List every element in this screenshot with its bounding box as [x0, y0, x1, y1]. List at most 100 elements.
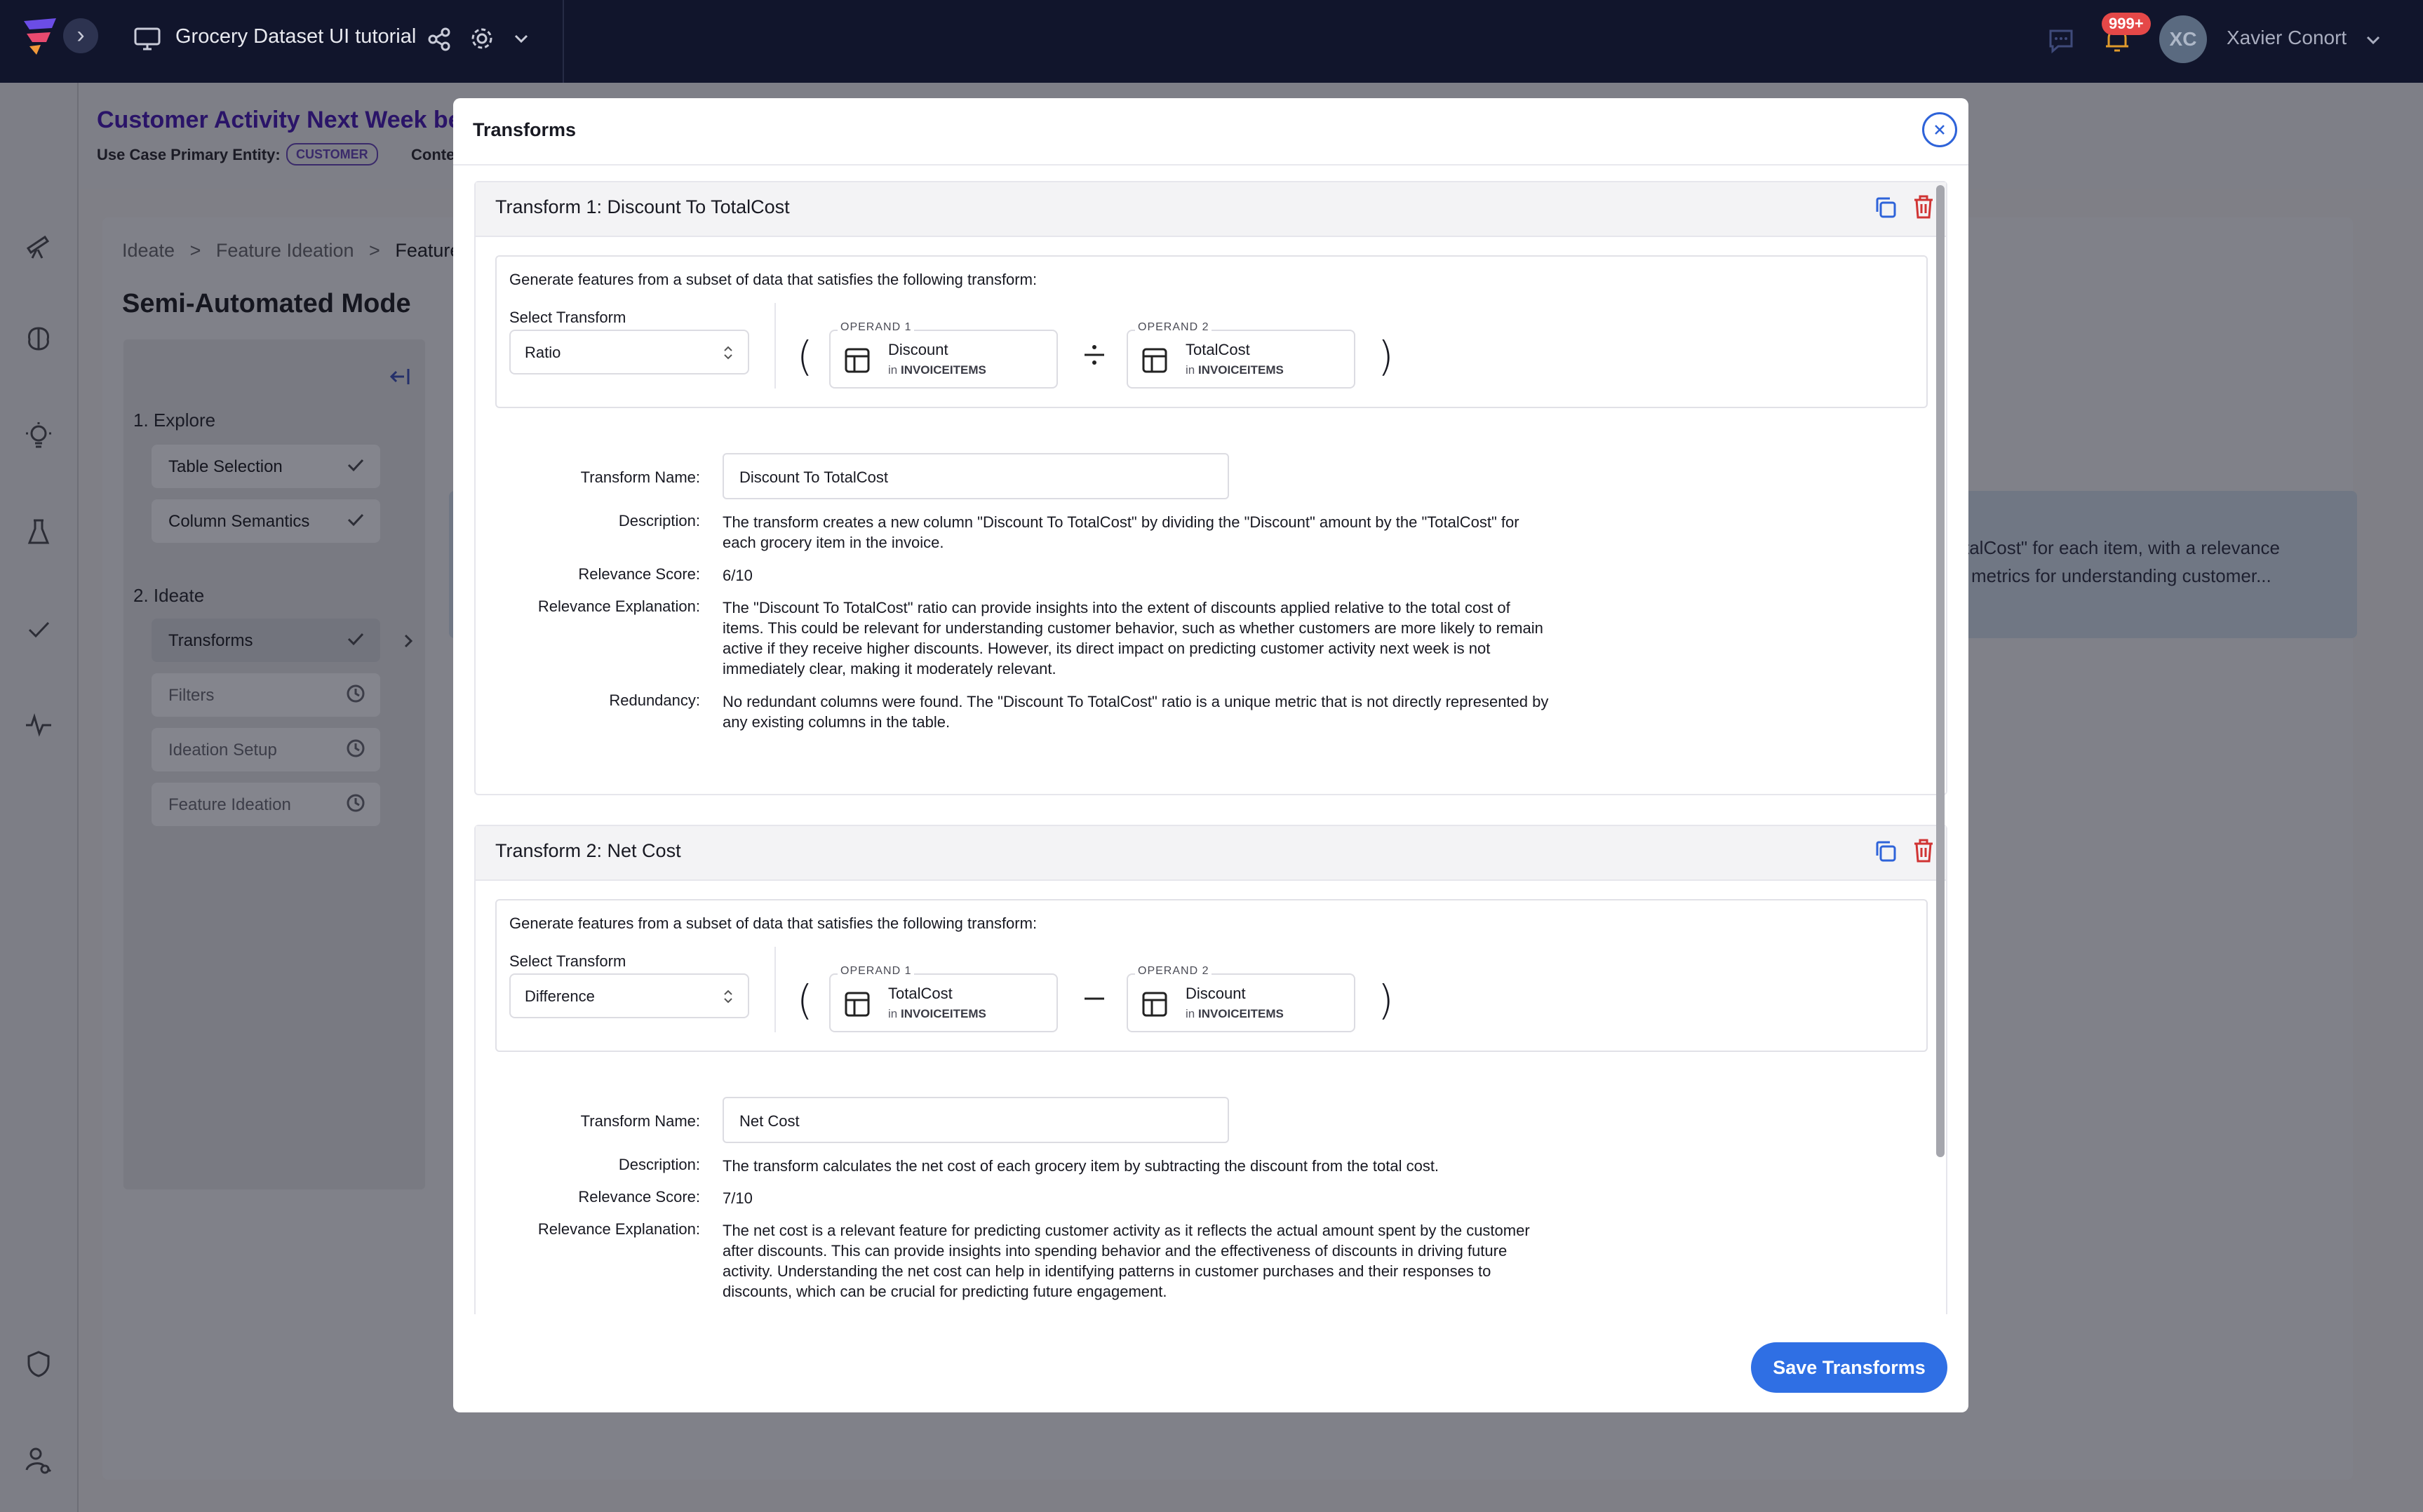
table-icon	[1142, 992, 1167, 1017]
flask-icon[interactable]	[24, 518, 53, 547]
avatar[interactable]: XC	[2159, 15, 2207, 63]
breadcrumb-item-feature-ideation[interactable]: Feature Ideation	[216, 240, 354, 261]
collapse-panel-icon[interactable]	[387, 365, 411, 389]
transforms-list[interactable]: Transform 1: Discount To TotalCost Gener…	[474, 181, 1947, 1314]
user-menu-chevron-icon[interactable]	[2363, 29, 2384, 50]
step-table-selection[interactable]: Table Selection	[152, 445, 380, 488]
lightbulb-icon[interactable]	[24, 421, 53, 450]
step-column-semantics[interactable]: Column Semantics	[152, 499, 380, 543]
gear-icon[interactable]	[469, 25, 495, 52]
expand-sidebar-button[interactable]: ›	[63, 18, 98, 53]
transform-card: Transform 1: Discount To TotalCost Gener…	[474, 181, 1947, 795]
transform-select[interactable]: Ratio	[509, 330, 749, 374]
brain-icon[interactable]	[24, 324, 53, 353]
save-transforms-button[interactable]: Save Transforms	[1751, 1342, 1947, 1393]
divider	[774, 947, 776, 1032]
breadcrumb-separator: >	[369, 240, 380, 261]
operand-table: in INVOICEITEMS	[1186, 1007, 1284, 1020]
step-filters[interactable]: Filters	[152, 673, 380, 717]
operand-table: in INVOICEITEMS	[1186, 363, 1284, 377]
explanation-line: The "Discount To TotalCost" ratio can pr…	[723, 599, 1510, 616]
relevance-explanation-text: The "Discount To TotalCost" ratio can pr…	[723, 598, 1606, 679]
redundancy-line: any existing columns in the table.	[723, 713, 951, 731]
primary-entity-label: Use Case Primary Entity:	[97, 146, 281, 163]
transform-name-input[interactable]: Discount To TotalCost	[723, 453, 1229, 499]
user-search-icon[interactable]	[24, 1445, 53, 1474]
relevance-explanation-label: Relevance Explanation:	[537, 598, 700, 615]
transform-select[interactable]: Difference	[509, 973, 749, 1018]
step-label: Feature Ideation	[168, 795, 291, 814]
copy-icon[interactable]	[1873, 195, 1898, 220]
share-icon[interactable]	[427, 27, 452, 52]
open-paren: (	[797, 332, 813, 380]
user-name[interactable]: Xavier Conort	[2227, 27, 2347, 49]
breadcrumb-separator: >	[189, 240, 201, 261]
activity-icon[interactable]	[24, 710, 53, 739]
background-summary-text: talCost" for each item, with a relevance	[1964, 537, 2280, 558]
step-label: Column Semantics	[168, 512, 310, 531]
explanation-line: items. This could be relevant for unders…	[723, 619, 1543, 637]
operand-1[interactable]: OPERAND 1 Discount in INVOICEITEMS	[829, 321, 1058, 389]
modal-title: Transforms	[473, 119, 577, 140]
minus-icon	[1085, 997, 1104, 1000]
explanation-line: activity. Understanding the net cost can…	[723, 1262, 1491, 1280]
transform-name-value: Discount To TotalCost	[739, 468, 888, 486]
transform-title: Transform 2: Net Cost	[495, 840, 681, 861]
shield-icon[interactable]	[24, 1349, 53, 1379]
project-title[interactable]: Grocery Dataset UI tutorial	[175, 25, 416, 48]
transform-select-value: Difference	[525, 987, 595, 1005]
open-paren: (	[797, 976, 813, 1024]
operand-2[interactable]: OPERAND 2 TotalCost in INVOICEITEMS	[1127, 321, 1355, 389]
relevance-explanation-text: The net cost is a relevant feature for p…	[723, 1220, 1606, 1302]
close-paren: )	[1378, 976, 1394, 1024]
table-icon	[845, 348, 870, 373]
scrollbar[interactable]	[1936, 185, 1945, 1157]
table-icon	[1142, 348, 1167, 373]
description-label: Description:	[618, 512, 700, 529]
step-transforms[interactable]: Transforms	[152, 619, 380, 662]
use-case-title[interactable]: Customer Activity Next Week be	[97, 107, 462, 134]
telescope-icon[interactable]	[24, 230, 53, 259]
transform-name-label: Transform Name:	[580, 1112, 700, 1130]
trash-icon[interactable]	[1911, 194, 1936, 220]
steps-panel: 1. Explore Table Selection Column Semant…	[123, 339, 425, 1189]
operand-column: TotalCost	[888, 985, 953, 1002]
explanation-line: active if they receive higher discounts.…	[723, 640, 1491, 657]
transform-select-value: Ratio	[525, 344, 561, 361]
app-logo-icon[interactable]	[20, 14, 65, 59]
transform-name-value: Net Cost	[739, 1112, 800, 1130]
select-transform-label: Select Transform	[509, 309, 626, 326]
operand-2[interactable]: OPERAND 2 Discount in INVOICEITEMS	[1127, 965, 1355, 1032]
top-bar: › Grocery Dataset UI tutorial 999+ XC Xa…	[0, 0, 2423, 83]
operand-column: Discount	[888, 341, 948, 358]
step-label: Transforms	[168, 631, 253, 650]
step-feature-ideation[interactable]: Feature Ideation	[152, 783, 380, 826]
explanation-line: immediately clear, making it moderately …	[723, 660, 1056, 677]
close-button[interactable]	[1922, 112, 1957, 147]
check-icon	[347, 633, 364, 646]
table-icon	[845, 992, 870, 1017]
operand-1[interactable]: OPERAND 1 TotalCost in INVOICEITEMS	[829, 965, 1058, 1032]
operand-table: in INVOICEITEMS	[888, 363, 986, 377]
page-title: Semi-Automated Mode	[122, 289, 411, 318]
updown-chevron-icon	[724, 346, 732, 360]
close-icon	[1935, 125, 1945, 135]
transform-name-input[interactable]: Net Cost	[723, 1097, 1229, 1143]
relevance-score-label: Relevance Score:	[578, 1188, 700, 1206]
breadcrumb-item-ideate[interactable]: Ideate	[122, 240, 175, 261]
select-transform-label: Select Transform	[509, 952, 626, 970]
description-text: The transform calculates the net cost of…	[723, 1157, 1439, 1175]
transform-card-header	[476, 826, 1946, 881]
description-text: The transform creates a new column "Disc…	[723, 512, 1606, 553]
relevance-explanation-label: Relevance Explanation:	[537, 1220, 700, 1238]
chat-icon[interactable]	[2047, 27, 2075, 55]
copy-icon[interactable]	[1873, 839, 1898, 864]
check-icon[interactable]	[24, 614, 53, 644]
trash-icon[interactable]	[1911, 837, 1936, 864]
relevance-score-value: 7/10	[723, 1189, 753, 1207]
step-ideation-setup[interactable]: Ideation Setup	[152, 728, 380, 771]
left-rail	[0, 83, 79, 1512]
operand-table: in INVOICEITEMS	[888, 1007, 986, 1020]
check-icon	[347, 459, 364, 472]
chevron-down-icon[interactable]	[511, 28, 532, 49]
